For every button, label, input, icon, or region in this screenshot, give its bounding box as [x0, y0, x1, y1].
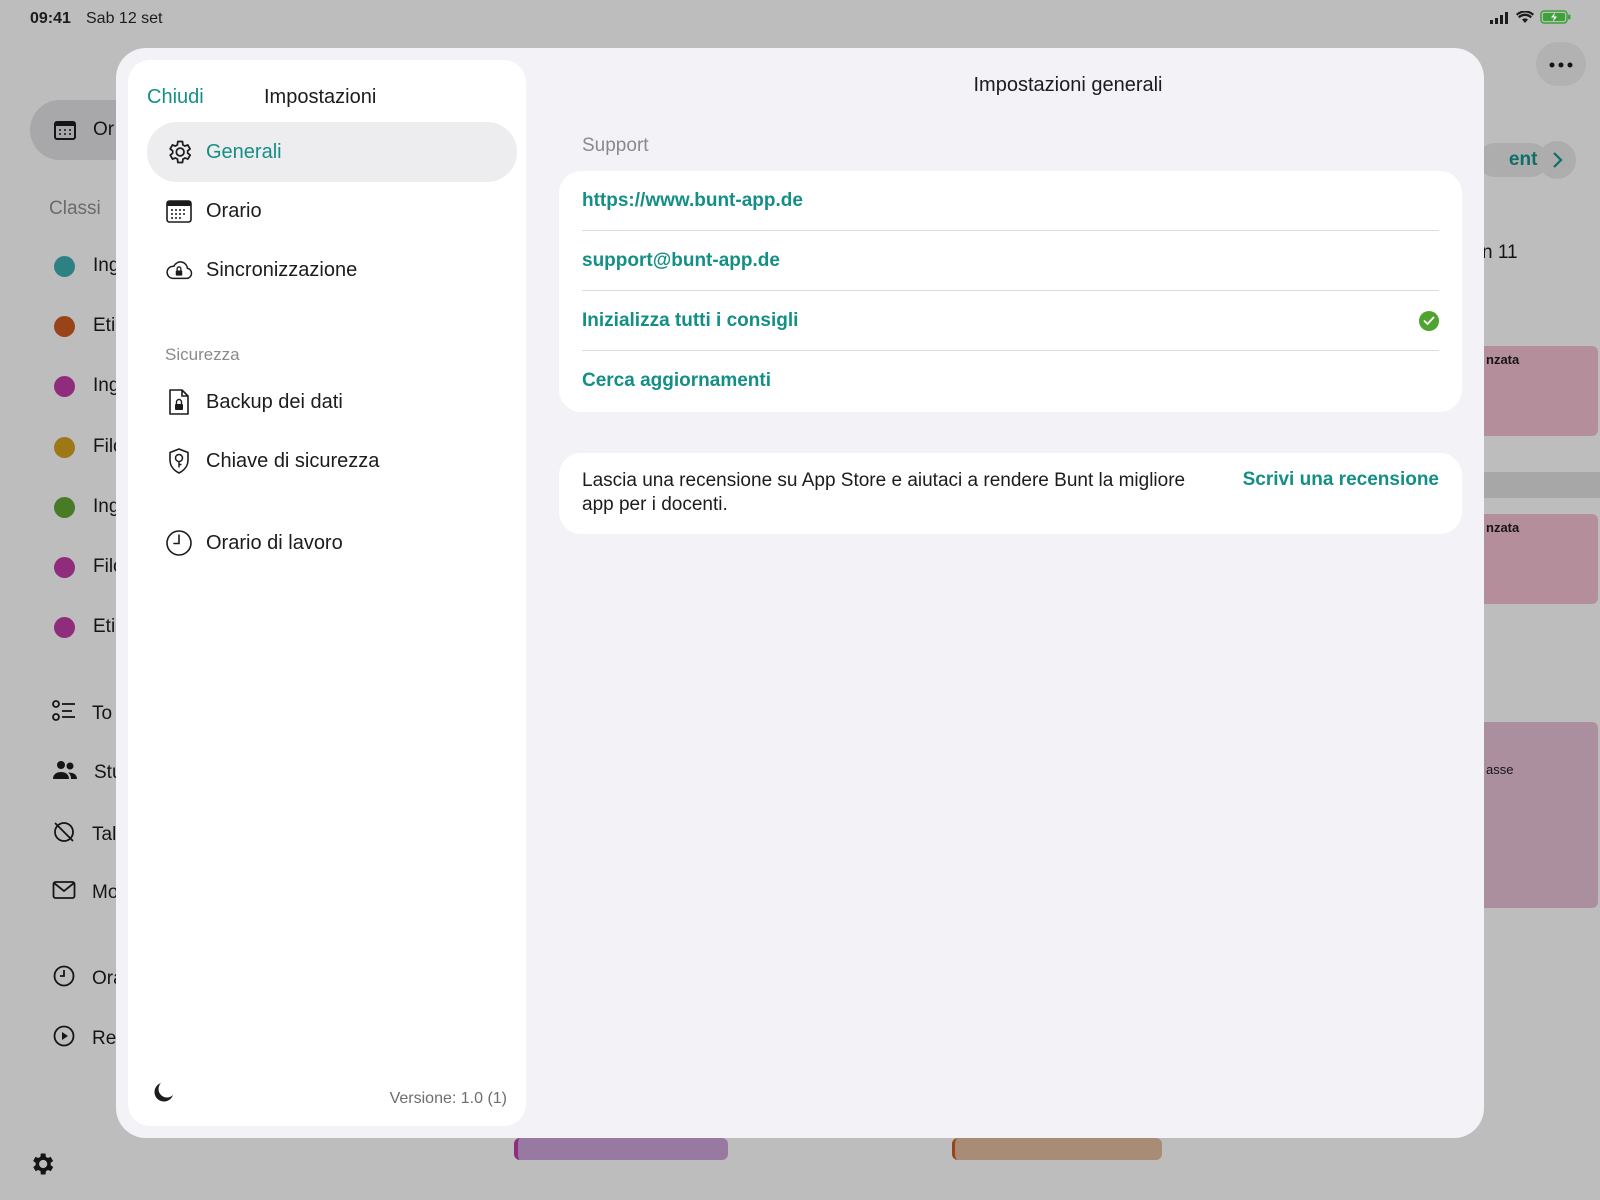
clock-icon [165, 529, 193, 557]
settings-modal: Chiudi Impostazioni Generali Orario Sinc… [116, 48, 1484, 1138]
shield-key-icon [165, 447, 193, 475]
sidebar-item-timetable[interactable]: Orario [147, 181, 517, 241]
wifi-icon [1516, 9, 1534, 29]
review-description: Lascia una recensione su App Store e aiu… [582, 470, 1186, 515]
sidebar-item-label: Generali [206, 140, 282, 163]
section-security: Sicurezza [165, 345, 240, 364]
sidebar-item-security-key[interactable]: Chiave di sicurezza [147, 431, 517, 491]
checkmark-icon [1419, 310, 1439, 331]
cloud-lock-icon [165, 256, 193, 284]
sidebar-item-label: Backup dei dati [206, 390, 343, 413]
signal-icon [1490, 11, 1510, 29]
file-lock-icon [165, 388, 193, 416]
sidebar-item-backup[interactable]: Backup dei dati [147, 372, 517, 432]
reset-tips-button[interactable]: Inizializza tutti i consigli [582, 291, 1439, 351]
calendar-icon [165, 197, 193, 225]
sidebar-item-label: Sincronizzazione [206, 258, 358, 281]
battery-charging-icon [1540, 10, 1572, 29]
check-updates-button[interactable]: Cerca aggiornamenti [582, 351, 1439, 411]
status-time: 09:41 [30, 10, 71, 27]
section-support: Support [582, 135, 649, 156]
write-review-button[interactable]: Scrivi una recensione [1243, 469, 1439, 491]
review-card: Lascia una recensione su App Store e aiu… [559, 453, 1462, 534]
sidebar-item-sync[interactable]: Sincronizzazione [147, 240, 517, 300]
website-link[interactable]: https://www.bunt-app.de [582, 171, 1439, 231]
support-card: https://www.bunt-app.de support@bunt-app… [559, 171, 1462, 412]
page-title: Impostazioni generali [973, 74, 1163, 96]
sidebar-item-label: Orario di lavoro [206, 531, 343, 554]
sidebar-item-work-hours[interactable]: Orario di lavoro [147, 513, 517, 573]
status-date: Sab 12 set [86, 10, 163, 27]
support-email-link[interactable]: support@bunt-app.de [582, 231, 1439, 291]
settings-sidebar: Chiudi Impostazioni Generali Orario Sinc… [128, 60, 526, 1126]
moon-icon[interactable] [152, 1082, 174, 1109]
version-label: Versione: 1.0 (1) [389, 1090, 507, 1107]
sidebar-item-label: Orario [206, 199, 262, 222]
settings-title: Impostazioni [264, 86, 377, 108]
status-indicators [1490, 9, 1572, 29]
gear-icon [165, 138, 193, 166]
sidebar-item-label: Chiave di sicurezza [206, 449, 380, 472]
sidebar-item-general[interactable]: Generali [147, 122, 517, 182]
close-button[interactable]: Chiudi [147, 86, 204, 109]
